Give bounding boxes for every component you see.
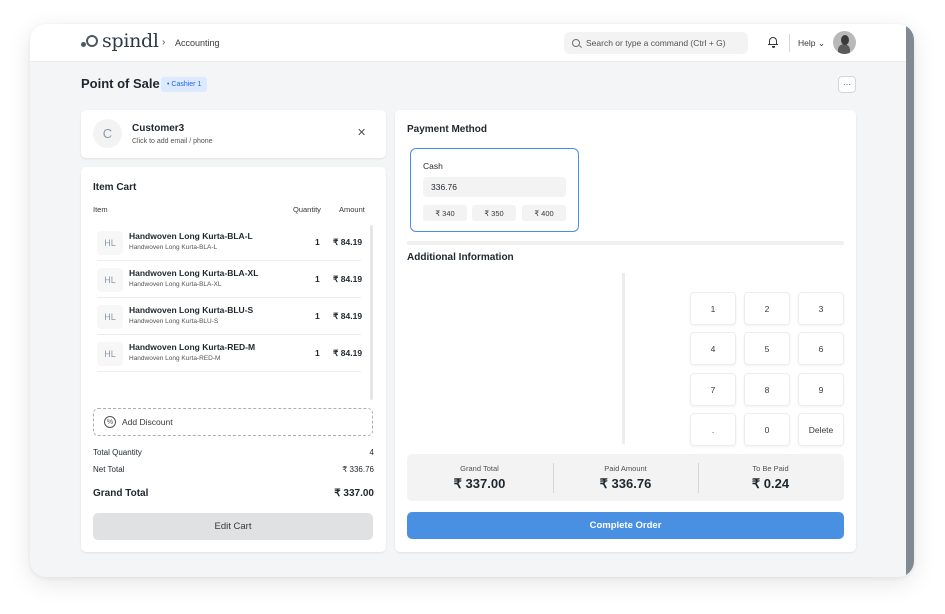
section-divider	[407, 241, 844, 245]
item-amount: ₹ 84.19	[333, 348, 363, 358]
list-item[interactable]: HL Handwoven Long Kurta-BLA-XL Handwoven…	[97, 261, 363, 298]
add-discount-label: Add Discount	[122, 417, 173, 427]
summary-label: Paid Amount	[604, 464, 647, 473]
numpad-key-4[interactable]: 4	[690, 332, 736, 365]
total-quantity-label: Total Quantity	[93, 448, 142, 457]
item-name: Handwoven Long Kurta-BLA-L	[129, 231, 253, 241]
item-quantity: 1	[315, 237, 320, 247]
window-scrollbar[interactable]	[906, 24, 914, 577]
summary-value: ₹ 336.76	[599, 476, 652, 491]
page-title: Point of Sale	[81, 76, 160, 91]
numpad-key-decimal[interactable]: .	[690, 413, 736, 446]
additional-information-title: Additional Information	[407, 252, 514, 263]
item-amount: ₹ 84.19	[333, 274, 363, 284]
item-name: Handwoven Long Kurta-BLU-S	[129, 305, 254, 315]
grand-total-label: Grand Total	[93, 488, 149, 499]
quick-amount-button[interactable]: ₹ 350	[472, 205, 516, 221]
net-total-value: ₹ 336.76	[342, 465, 374, 474]
status-badge: • Cashier 1	[161, 77, 208, 92]
item-amount: ₹ 84.19	[333, 311, 363, 321]
item-thumbnail: HL	[97, 342, 123, 366]
payment-amount-input[interactable]: 336.76	[423, 177, 566, 197]
total-quantity-value: 4	[369, 448, 374, 457]
grand-total-value: ₹ 337.00	[334, 488, 374, 499]
item-subtitle: Handwoven Long Kurta-BLU-S	[129, 318, 219, 325]
item-quantity: 1	[315, 311, 320, 321]
edit-cart-button[interactable]: Edit Cart	[93, 513, 373, 540]
navbar: spindl › Accounting Search or type a com…	[30, 24, 906, 62]
add-discount-button[interactable]: % Add Discount	[93, 408, 373, 436]
item-thumbnail: HL	[97, 305, 123, 329]
app-window: spindl › Accounting Search or type a com…	[30, 24, 914, 577]
numpad-key-delete[interactable]: Delete	[798, 413, 844, 446]
payment-method-title: Payment Method	[407, 124, 488, 135]
numpad-key-7[interactable]: 7	[690, 373, 736, 406]
customer-card[interactable]: C Customer3 Click to add email / phone ✕	[81, 110, 386, 158]
numpad-key-8[interactable]: 8	[744, 373, 790, 406]
vertical-divider	[622, 273, 625, 444]
grand-total-summary: Grand Total ₹ 337.00	[407, 454, 552, 501]
item-name: Handwoven Long Kurta-RED-M	[129, 342, 256, 352]
totals-summary: Grand Total ₹ 337.00 Paid Amount ₹ 336.7…	[407, 454, 844, 501]
numpad-key-5[interactable]: 5	[744, 332, 790, 365]
list-item[interactable]: HL Handwoven Long Kurta-BLA-L Handwoven …	[97, 224, 363, 261]
net-total-label: Net Total	[93, 465, 125, 474]
more-options-button[interactable]: ···	[838, 76, 856, 93]
item-subtitle: Handwoven Long Kurta-RED-M	[129, 355, 221, 362]
list-item[interactable]: HL Handwoven Long Kurta-BLU-S Handwoven …	[97, 298, 363, 335]
numpad-key-0[interactable]: 0	[744, 413, 790, 446]
complete-order-button[interactable]: Complete Order	[407, 512, 844, 539]
summary-label: To Be Paid	[752, 464, 789, 473]
numpad-key-9[interactable]: 9	[798, 373, 844, 406]
close-icon[interactable]: ✕	[357, 126, 366, 139]
cart-title: Item Cart	[93, 182, 137, 193]
numpad-key-1[interactable]: 1	[690, 292, 736, 325]
search-placeholder: Search or type a command (Ctrl + G)	[586, 38, 726, 48]
item-subtitle: Handwoven Long Kurta-BLA-L	[129, 244, 218, 251]
search-icon	[572, 39, 580, 47]
customer-name: Customer3	[132, 123, 185, 134]
numpad-key-2[interactable]: 2	[744, 292, 790, 325]
chevron-right-icon: ›	[162, 37, 166, 48]
logo-text: spindl	[102, 30, 159, 52]
cart-scrollbar[interactable]	[370, 225, 373, 400]
to-be-paid-summary: To Be Paid ₹ 0.24	[698, 454, 843, 501]
item-amount: ₹ 84.19	[333, 237, 363, 247]
navbar-divider	[789, 34, 790, 52]
payment-mode-cash[interactable]: Cash 336.76 ₹ 340 ₹ 350 ₹ 400	[410, 148, 579, 232]
quick-amount-button[interactable]: ₹ 400	[522, 205, 566, 221]
quick-amount-button[interactable]: ₹ 340	[423, 205, 467, 221]
item-cart-card: Item Cart Item Quantity Amount HL Handwo…	[81, 167, 386, 552]
search-bar[interactable]: Search or type a command (Ctrl + G)	[564, 32, 748, 54]
paid-amount-summary: Paid Amount ₹ 336.76	[553, 454, 698, 501]
breadcrumb[interactable]: Accounting	[175, 38, 220, 48]
item-subtitle: Handwoven Long Kurta-BLA-XL	[129, 281, 222, 288]
bell-icon[interactable]	[768, 36, 778, 48]
list-item[interactable]: HL Handwoven Long Kurta-RED-M Handwoven …	[97, 335, 363, 372]
customer-avatar: C	[93, 119, 122, 148]
avatar[interactable]	[833, 31, 856, 54]
item-quantity: 1	[315, 348, 320, 358]
payment-card: Payment Method Cash 336.76 ₹ 340 ₹ 350 ₹…	[395, 110, 856, 552]
column-header-item: Item	[93, 205, 108, 214]
column-header-amount: Amount	[339, 205, 365, 214]
summary-label: Grand Total	[460, 464, 499, 473]
help-dropdown[interactable]: Help ⌄	[798, 38, 825, 49]
item-name: Handwoven Long Kurta-BLA-XL	[129, 268, 259, 278]
item-thumbnail: HL	[97, 231, 123, 255]
logo-icon	[81, 33, 99, 49]
summary-value: ₹ 337.00	[453, 476, 506, 491]
column-header-quantity: Quantity	[293, 205, 321, 214]
customer-subtitle: Click to add email / phone	[132, 138, 213, 145]
logo[interactable]: spindl	[81, 30, 159, 52]
payment-mode-label: Cash	[423, 161, 443, 171]
discount-icon: %	[104, 416, 116, 428]
item-quantity: 1	[315, 274, 320, 284]
item-thumbnail: HL	[97, 268, 123, 292]
summary-value: ₹ 0.24	[751, 476, 790, 491]
numpad-key-3[interactable]: 3	[798, 292, 844, 325]
numpad-key-6[interactable]: 6	[798, 332, 844, 365]
